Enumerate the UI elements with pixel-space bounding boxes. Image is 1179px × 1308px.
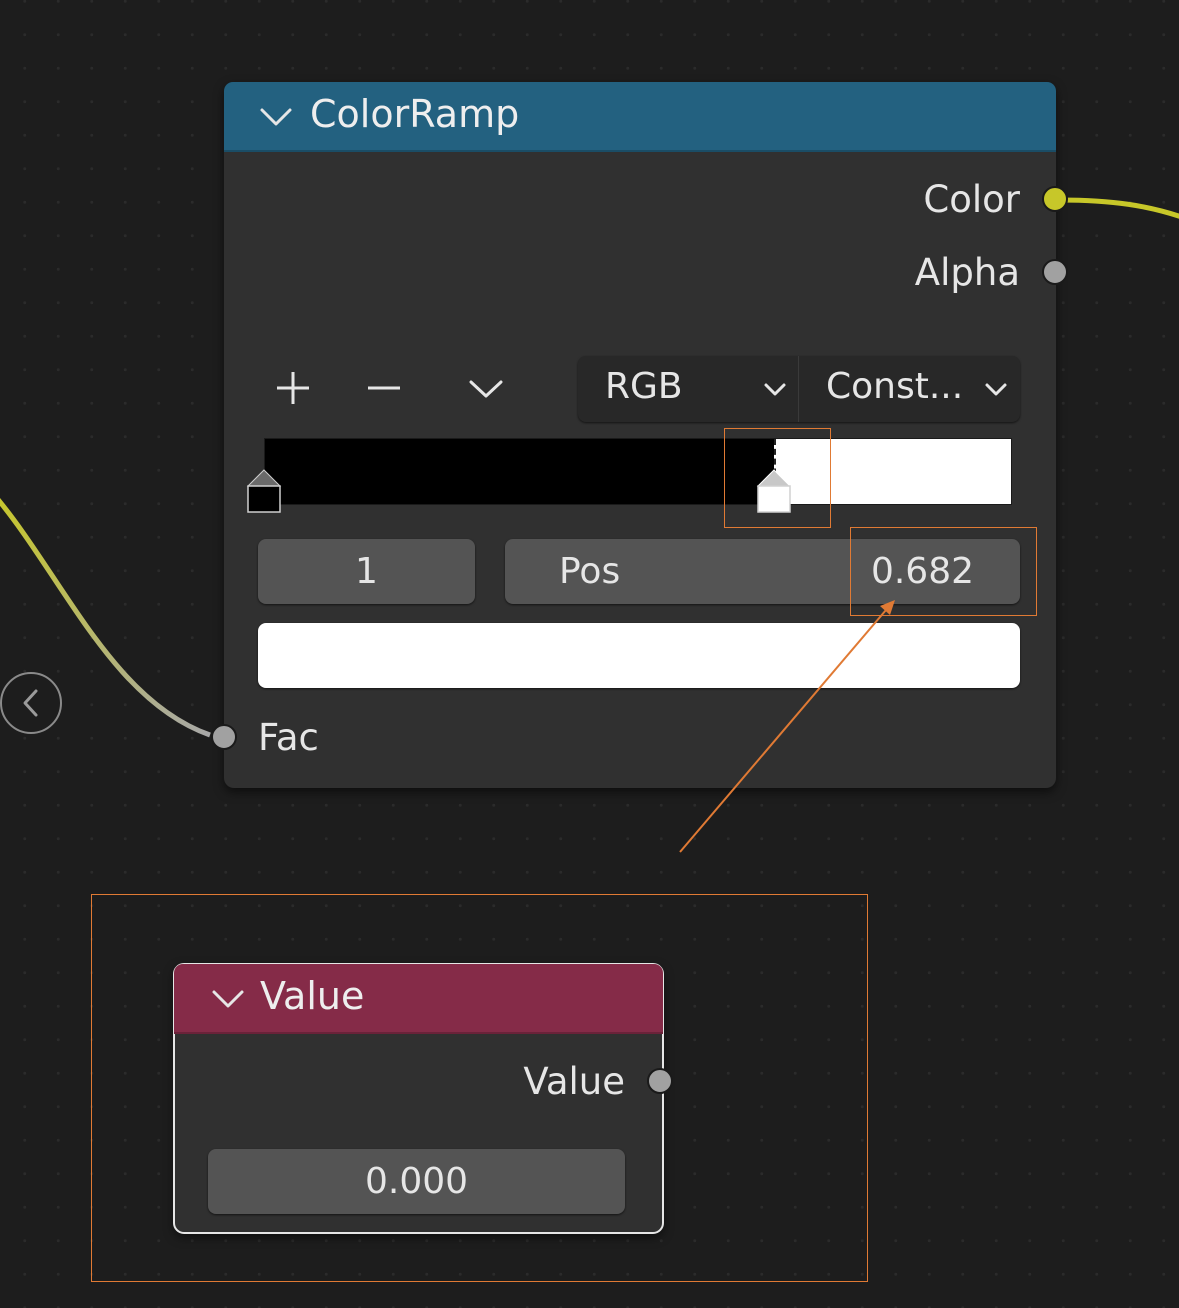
active-stop-index-field[interactable]: 1 — [258, 539, 475, 604]
colorramp-node-title: ColorRamp — [310, 92, 520, 136]
annotation-box-stop-handle — [724, 428, 831, 528]
active-stop-index-value: 1 — [355, 551, 378, 592]
annotation-box-pos-value — [850, 527, 1037, 616]
color-ramp-gradient[interactable] — [264, 438, 1012, 505]
colorramp-node[interactable]: ColorRamp Color Alpha RGB Const... 1 Pos… — [224, 82, 1056, 788]
color-mode-dropdown[interactable]: RGB — [578, 356, 799, 422]
output-alpha-label: Alpha — [914, 251, 1020, 294]
add-stop-button[interactable] — [264, 358, 324, 418]
colorramp-node-header[interactable]: ColorRamp — [224, 82, 1056, 152]
fac-input-socket[interactable] — [211, 724, 237, 750]
chevron-down-icon — [985, 383, 1007, 396]
sidebar-toggle-button[interactable] — [0, 671, 64, 735]
plus-icon — [277, 372, 309, 404]
alpha-output-socket[interactable] — [1042, 259, 1068, 285]
input-fac-label: Fac — [258, 716, 319, 759]
interpolation-dropdown[interactable]: Const... — [799, 356, 1020, 422]
annotation-box-value-node — [91, 894, 868, 1282]
chevron-down-icon — [764, 383, 786, 396]
color-mode-value: RGB — [605, 366, 683, 407]
chevron-left-icon — [0, 672, 62, 734]
ramp-dropdowns: RGB Const... — [578, 356, 1020, 422]
stop-position-label: Pos — [559, 551, 621, 592]
minus-icon — [368, 386, 400, 390]
stop-color-swatch[interactable] — [258, 623, 1020, 688]
color-output-link[interactable] — [1059, 197, 1179, 220]
chevron-down-icon — [469, 380, 503, 398]
interpolation-value: Const... — [826, 366, 964, 407]
remove-stop-button[interactable] — [354, 358, 414, 418]
ramp-left-segment — [265, 439, 774, 504]
color-stop-0-handle[interactable] — [246, 468, 282, 516]
ramp-menu-button[interactable] — [456, 358, 516, 418]
chevron-down-icon[interactable] — [258, 104, 294, 130]
color-output-socket[interactable] — [1042, 186, 1068, 212]
output-color-label: Color — [923, 178, 1020, 221]
